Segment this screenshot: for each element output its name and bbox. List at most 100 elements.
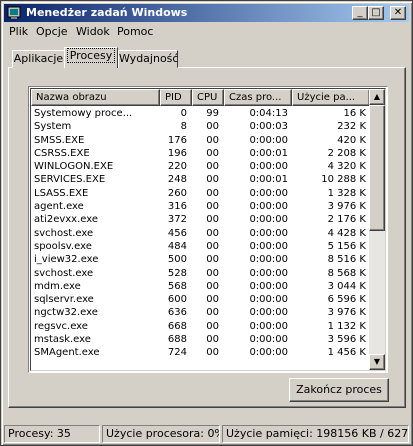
title-bar[interactable]: Menedżer zadań Windows _ □ ✕ [4,4,409,22]
cell-mem-usage: 4 428 K [327,227,366,239]
cell-pid: 568 [167,280,187,292]
cell-pid: 668 [167,320,187,332]
cell-pid: 636 [167,307,187,319]
maximize-button[interactable]: □ [368,6,384,20]
cell-cpu-time: 0:00:00 [249,267,288,279]
status-processes: Procesy: 35 [4,425,100,443]
column-header-cpu-time[interactable]: Czas pro... [224,89,292,106]
cell-cpu: 00 [206,267,219,279]
table-row[interactable]: mstask.exe 688 00 0:00:00 3 596 K [31,333,370,346]
column-header-mem-usage[interactable]: Użycie pa... [292,89,370,106]
table-row[interactable]: SERVICES.EXE 248 00 0:00:01 10 288 K [31,173,370,186]
cell-image-name: System [34,121,72,133]
vertical-scrollbar[interactable]: ▲ ▼ [369,89,385,370]
tab-procesy[interactable]: Procesy [64,47,118,68]
column-header-image-name[interactable]: Nazwa obrazu [31,89,160,106]
status-cpu-usage: Użycie procesora: 0% [102,425,220,443]
cell-pid: 600 [167,294,187,306]
cell-cpu-time: 0:00:01 [249,174,288,186]
cell-image-name: ngctw32.exe [34,307,98,319]
table-row[interactable]: ngctw32.exe 636 00 0:00:00 3 976 K [31,306,370,319]
table-row[interactable]: ati2evxx.exe 372 00 0:00:00 2 176 K [31,213,370,226]
tab-wydajnosc[interactable]: Wydajność [118,50,178,68]
table-row[interactable]: spoolsv.exe 484 00 0:00:00 5 156 K [31,240,370,253]
status-memory-usage: Użycie pamięci: 198156 KB / 627200 [222,425,409,443]
cell-image-name: agent.exe [34,201,84,213]
table-row[interactable]: mdm.exe 568 00 0:00:00 3 044 K [31,280,370,293]
cell-mem-usage: 2 176 K [327,214,366,226]
scrollbar-thumb[interactable] [369,105,385,231]
cell-mem-usage: 8 516 K [327,254,366,266]
table-row[interactable]: System 8 00 0:00:03 232 K [31,120,370,133]
cell-pid: 372 [167,214,187,226]
cell-image-name: mdm.exe [34,280,81,292]
table-row[interactable]: regsvc.exe 668 00 0:00:00 1 132 K [31,320,370,333]
column-header-cpu[interactable]: CPU [192,89,224,106]
tab-aplikacje[interactable]: Aplikacje [12,50,65,68]
cell-mem-usage: 5 156 K [327,240,366,252]
cell-cpu: 00 [206,187,219,199]
cell-cpu-time: 0:00:00 [249,294,288,306]
cell-cpu: 00 [206,334,219,346]
table-row[interactable]: agent.exe 316 00 0:00:00 3 976 K [31,200,370,213]
table-row[interactable]: SMAgent.exe 724 00 0:00:00 1 456 K [31,346,370,359]
cell-mem-usage: 8 568 K [327,267,366,279]
menu-plik[interactable]: Plik [9,25,28,38]
close-button[interactable]: ✕ [390,6,406,20]
menu-widok[interactable]: Widok [76,25,110,38]
cell-mem-usage: 10 288 K [321,174,366,186]
menu-pomoc[interactable]: Pomoc [117,25,153,38]
cell-pid: 528 [167,267,187,279]
end-process-button[interactable]: Zakończ proces [289,378,389,402]
cell-cpu: 00 [206,320,219,332]
column-header-pid[interactable]: PID [160,89,192,106]
cell-cpu-time: 0:04:13 [249,108,288,119]
cell-cpu-time: 0:00:00 [249,214,288,226]
minimize-button[interactable]: _ [352,6,368,20]
cell-cpu: 00 [206,134,219,146]
table-row[interactable]: LSASS.EXE 260 00 0:00:00 1 328 K [31,187,370,200]
cell-cpu-time: 0:00:00 [249,240,288,252]
cell-image-name: LSASS.EXE [34,187,89,199]
table-row[interactable]: CSRSS.EXE 196 00 0:00:01 2 208 K [31,147,370,160]
cell-pid: 248 [167,174,187,186]
process-list[interactable]: Nazwa obrazu PID CPU Czas pro... Użycie … [28,86,388,373]
cell-mem-usage: 420 K [337,134,366,146]
cell-pid: 176 [167,134,187,146]
cell-mem-usage: 3 596 K [327,334,366,346]
cell-cpu-time: 0:00:00 [249,227,288,239]
cell-pid: 8 [180,121,187,133]
cell-cpu: 00 [206,227,219,239]
table-row[interactable]: Systemowy proce... 0 99 0:04:13 16 K [31,107,370,120]
cell-cpu-time: 0:00:00 [249,134,288,146]
tab-wydajnosc-label: Wydajność [119,52,179,65]
task-manager-window: Menedżer zadań Windows _ □ ✕ Plik Opcje … [0,0,413,446]
table-row[interactable]: SMSS.EXE 176 00 0:00:00 420 K [31,134,370,147]
cell-image-name: svchost.exe [34,267,94,279]
table-row[interactable]: WINLOGON.EXE 220 00 0:00:00 4 320 K [31,160,370,173]
cell-cpu: 00 [206,240,219,252]
cell-mem-usage: 1 328 K [327,187,366,199]
menu-opcje[interactable]: Opcje [36,25,68,38]
process-rows: Systemowy proce... 0 99 0:04:13 16 K System 8 0… [31,107,370,360]
table-row[interactable]: i_view32.exe 500 00 0:00:00 8 516 K [31,253,370,266]
menu-bar: Plik Opcje Widok Pomoc [4,23,409,41]
table-row[interactable]: svchost.exe 456 00 0:00:00 4 428 K [31,227,370,240]
cell-cpu: 00 [206,121,219,133]
cell-pid: 316 [167,201,187,213]
arrow-down-icon[interactable]: ▼ [369,354,385,370]
cell-image-name: spoolsv.exe [34,240,92,252]
arrow-up-icon[interactable]: ▲ [369,89,385,105]
cell-image-name: Systemowy proce... [34,108,133,119]
cell-pid: 688 [167,334,187,346]
cell-cpu-time: 0:00:00 [249,320,288,332]
cell-cpu: 99 [206,108,219,119]
cell-cpu-time: 0:00:00 [249,334,288,346]
window-title: Menedżer zadań Windows [26,6,188,19]
cell-cpu: 00 [206,347,219,359]
cell-cpu: 00 [206,254,219,266]
table-row[interactable]: sqlservr.exe 600 00 0:00:00 6 596 K [31,293,370,306]
cell-cpu-time: 0:00:03 [249,121,288,133]
table-row[interactable]: svchost.exe 528 00 0:00:00 8 568 K [31,267,370,280]
cell-cpu: 00 [206,280,219,292]
